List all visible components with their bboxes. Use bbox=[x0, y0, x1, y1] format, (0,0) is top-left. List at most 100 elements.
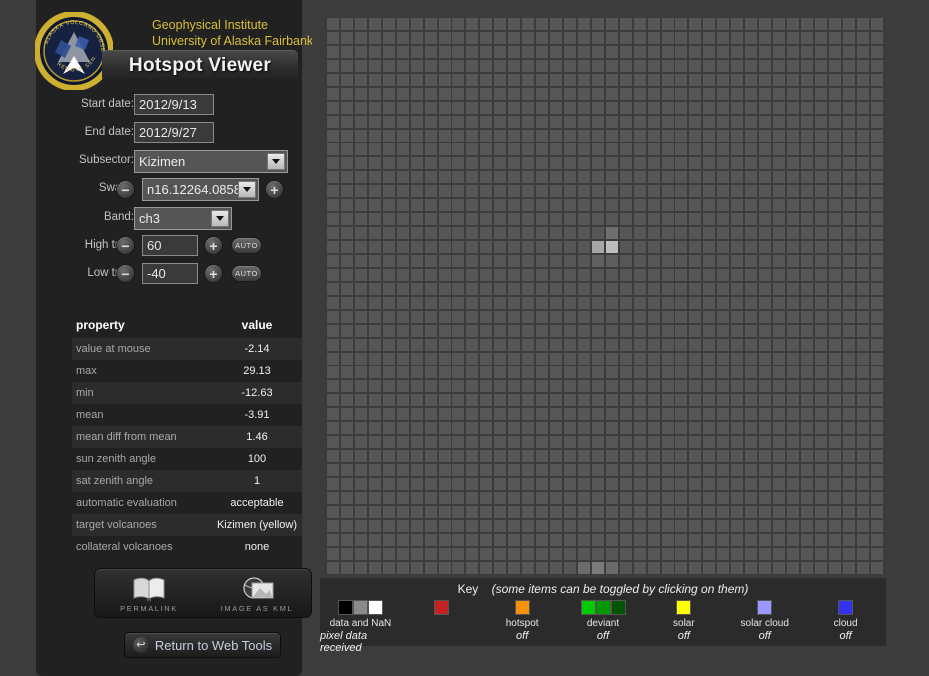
grid-cell[interactable] bbox=[856, 324, 870, 338]
grid-cell[interactable] bbox=[340, 268, 354, 282]
grid-cell[interactable] bbox=[842, 226, 856, 240]
subsector-select[interactable]: Kizimen bbox=[134, 150, 288, 173]
grid-cell[interactable] bbox=[870, 254, 884, 268]
grid-cell[interactable] bbox=[382, 449, 396, 463]
grid-cell[interactable] bbox=[326, 491, 340, 505]
grid-cell[interactable] bbox=[451, 142, 465, 156]
grid-cell[interactable] bbox=[842, 73, 856, 87]
grid-cell[interactable] bbox=[354, 561, 368, 575]
grid-cell[interactable] bbox=[563, 115, 577, 129]
grid-cell[interactable] bbox=[396, 87, 410, 101]
grid-cell[interactable] bbox=[856, 31, 870, 45]
grid-cell[interactable] bbox=[396, 407, 410, 421]
grid-cell[interactable] bbox=[605, 310, 619, 324]
grid-cell[interactable] bbox=[828, 254, 842, 268]
grid-cell[interactable] bbox=[396, 156, 410, 170]
grid-cell[interactable] bbox=[591, 310, 605, 324]
grid-cell[interactable] bbox=[396, 73, 410, 87]
high-trim-increment-button[interactable]: + bbox=[204, 236, 223, 255]
grid-cell[interactable] bbox=[424, 505, 438, 519]
grid-cell[interactable] bbox=[340, 407, 354, 421]
grid-cell[interactable] bbox=[772, 268, 786, 282]
grid-cell[interactable] bbox=[424, 240, 438, 254]
grid-cell[interactable] bbox=[591, 142, 605, 156]
grid-cell[interactable] bbox=[563, 254, 577, 268]
grid-cell[interactable] bbox=[786, 338, 800, 352]
grid-cell[interactable] bbox=[842, 184, 856, 198]
grid-cell[interactable] bbox=[340, 198, 354, 212]
grid-cell[interactable] bbox=[800, 421, 814, 435]
grid-cell[interactable] bbox=[758, 268, 772, 282]
grid-cell[interactable] bbox=[842, 533, 856, 547]
grid-cell[interactable] bbox=[410, 87, 424, 101]
grid-cell[interactable] bbox=[772, 101, 786, 115]
grid-cell[interactable] bbox=[549, 505, 563, 519]
grid-cell[interactable] bbox=[842, 519, 856, 533]
grid-cell[interactable] bbox=[647, 463, 661, 477]
grid-cell[interactable] bbox=[758, 87, 772, 101]
grid-cell[interactable] bbox=[368, 129, 382, 143]
grid-cell[interactable] bbox=[772, 407, 786, 421]
grid-cell[interactable] bbox=[702, 519, 716, 533]
grid-cell[interactable] bbox=[786, 240, 800, 254]
grid-cell[interactable] bbox=[591, 31, 605, 45]
grid-cell[interactable] bbox=[424, 156, 438, 170]
low-trim-input[interactable] bbox=[142, 263, 198, 284]
grid-cell[interactable] bbox=[549, 561, 563, 575]
grid-cell[interactable] bbox=[340, 547, 354, 561]
grid-cell[interactable] bbox=[438, 324, 452, 338]
grid-cell[interactable] bbox=[744, 435, 758, 449]
grid-cell[interactable] bbox=[493, 561, 507, 575]
grid-cell[interactable] bbox=[354, 87, 368, 101]
permalink-button[interactable]: PERMALINK bbox=[95, 569, 203, 617]
grid-cell[interactable] bbox=[688, 533, 702, 547]
grid-cell[interactable] bbox=[549, 142, 563, 156]
grid-cell[interactable] bbox=[354, 156, 368, 170]
grid-cell[interactable] bbox=[870, 379, 884, 393]
grid-cell[interactable] bbox=[521, 254, 535, 268]
grid-cell[interactable] bbox=[647, 533, 661, 547]
grid-cell[interactable] bbox=[814, 296, 828, 310]
grid-cell[interactable] bbox=[716, 184, 730, 198]
grid-cell[interactable] bbox=[744, 31, 758, 45]
grid-cell[interactable] bbox=[716, 45, 730, 59]
grid-cell[interactable] bbox=[647, 393, 661, 407]
grid-cell[interactable] bbox=[354, 547, 368, 561]
grid-cell[interactable] bbox=[661, 59, 675, 73]
grid-cell[interactable] bbox=[535, 142, 549, 156]
grid-cell[interactable] bbox=[674, 31, 688, 45]
grid-cell[interactable] bbox=[507, 73, 521, 87]
grid-cell[interactable] bbox=[507, 449, 521, 463]
grid-cell[interactable] bbox=[772, 296, 786, 310]
grid-cell[interactable] bbox=[521, 45, 535, 59]
grid-cell[interactable] bbox=[424, 170, 438, 184]
grid-cell[interactable] bbox=[340, 365, 354, 379]
grid-cell[interactable] bbox=[772, 156, 786, 170]
grid-cell[interactable] bbox=[605, 184, 619, 198]
grid-cell[interactable] bbox=[786, 352, 800, 366]
grid-cell[interactable] bbox=[702, 170, 716, 184]
grid-cell[interactable] bbox=[647, 282, 661, 296]
grid-cell[interactable] bbox=[493, 352, 507, 366]
grid-cell[interactable] bbox=[493, 407, 507, 421]
grid-cell[interactable] bbox=[633, 101, 647, 115]
grid-cell[interactable] bbox=[605, 87, 619, 101]
grid-cell[interactable] bbox=[647, 505, 661, 519]
grid-cell[interactable] bbox=[563, 17, 577, 31]
grid-cell[interactable] bbox=[577, 561, 591, 575]
grid-cell[interactable] bbox=[382, 393, 396, 407]
grid-cell[interactable] bbox=[800, 17, 814, 31]
grid-cell[interactable] bbox=[800, 379, 814, 393]
grid-cell[interactable] bbox=[493, 212, 507, 226]
grid-cell[interactable] bbox=[870, 407, 884, 421]
grid-cell[interactable] bbox=[814, 491, 828, 505]
grid-cell[interactable] bbox=[591, 324, 605, 338]
grid-cell[interactable] bbox=[814, 519, 828, 533]
grid-cell[interactable] bbox=[828, 421, 842, 435]
grid-cell[interactable] bbox=[326, 268, 340, 282]
grid-cell[interactable] bbox=[549, 73, 563, 87]
grid-cell[interactable] bbox=[716, 240, 730, 254]
grid-cell[interactable] bbox=[479, 59, 493, 73]
grid-cell[interactable] bbox=[828, 156, 842, 170]
grid-cell[interactable] bbox=[340, 45, 354, 59]
